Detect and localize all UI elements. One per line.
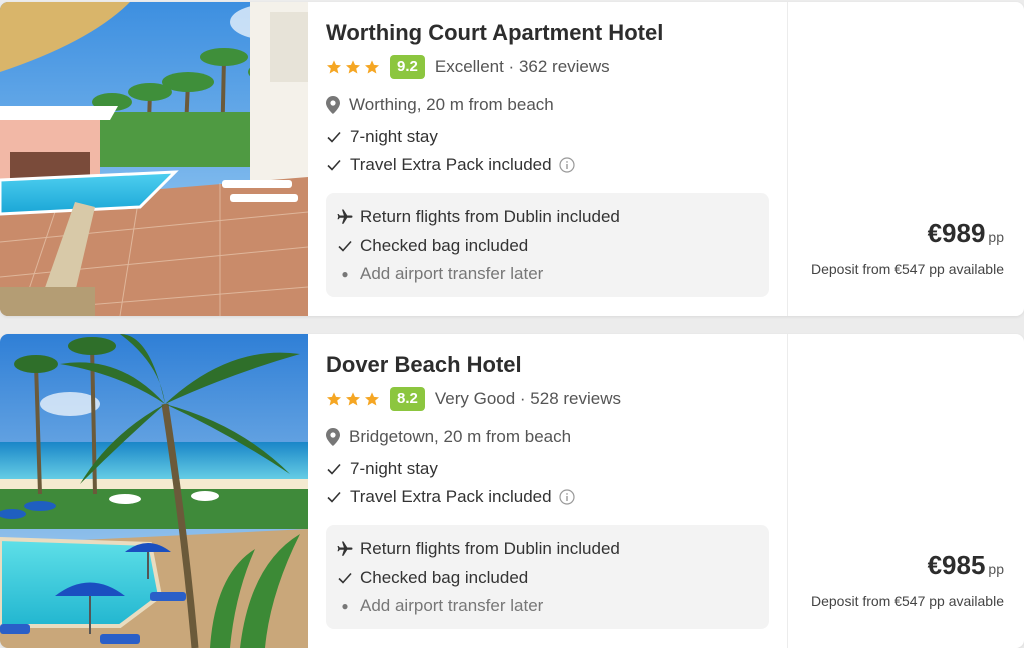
flight-inclusion-row: Return flights from Dublin included xyxy=(336,538,620,560)
review-summary[interactable]: Excellent · 362 reviews xyxy=(435,57,610,77)
bag-included-text: Checked bag included xyxy=(360,568,529,587)
hotel-info: Dover Beach Hotel 8.2 Very Good · 528 re… xyxy=(326,334,776,648)
check-icon xyxy=(338,572,352,584)
star-rating xyxy=(326,391,380,407)
feature-item: Travel Extra Pack included xyxy=(326,486,575,508)
map-pin-icon xyxy=(326,428,340,446)
feature-label: Travel Extra Pack included xyxy=(350,155,552,174)
plane-icon xyxy=(337,541,353,556)
flights-included-text: Return flights from Dublin included xyxy=(360,539,620,558)
hotel-photo-image xyxy=(0,2,308,316)
bullet-dot: ● xyxy=(341,267,349,281)
map-pin-icon xyxy=(326,96,340,114)
price-unit: pp xyxy=(988,229,1004,245)
star-icon xyxy=(346,60,360,74)
check-icon xyxy=(327,159,341,171)
transfer-row: ● Add airport transfer later xyxy=(336,595,543,617)
flight-inclusions-box: Return flights from Dublin included Chec… xyxy=(326,193,769,297)
plane-icon xyxy=(337,209,353,224)
hotel-photo-beach[interactable] xyxy=(0,334,308,648)
price-value: €985 xyxy=(927,550,986,580)
check-icon xyxy=(327,491,341,503)
star-icon xyxy=(346,392,360,406)
star-icon xyxy=(365,60,379,74)
star-icon xyxy=(327,60,341,74)
hotel-photo-image xyxy=(0,334,308,648)
deposit-note: Deposit from €547 pp available xyxy=(810,261,1004,277)
star-icon xyxy=(365,392,379,406)
price-line: €985 pp xyxy=(928,550,1004,581)
hotel-results-list: Worthing Court Apartment Hotel 9.2 Excel… xyxy=(0,0,1024,648)
price-value: €989 xyxy=(927,218,986,248)
location-row: Bridgetown, 20 m from beach xyxy=(326,425,571,449)
hotel-name[interactable]: Worthing Court Apartment Hotel xyxy=(326,20,663,46)
review-score-badge: 9.2 xyxy=(390,55,425,79)
star-rating xyxy=(326,59,380,75)
transfer-text: Add airport transfer later xyxy=(360,264,544,283)
feature-item: 7-night stay xyxy=(326,458,438,480)
transfer-row: ● Add airport transfer later xyxy=(336,263,543,285)
bullet-dot: ● xyxy=(341,599,349,613)
flight-inclusions-box: Return flights from Dublin included Chec… xyxy=(326,525,769,629)
star-icon xyxy=(327,392,341,406)
location-row: Worthing, 20 m from beach xyxy=(326,93,554,117)
hotel-name[interactable]: Dover Beach Hotel xyxy=(326,352,522,378)
info-icon[interactable] xyxy=(558,489,575,505)
price-unit: pp xyxy=(988,561,1004,577)
bag-inclusion-row: Checked bag included xyxy=(336,235,528,257)
rating-row: 9.2 Excellent · 362 reviews xyxy=(326,54,610,80)
check-icon xyxy=(338,240,352,252)
check-icon xyxy=(327,463,341,475)
hotel-photo-pool[interactable] xyxy=(0,2,308,316)
feature-label: 7-night stay xyxy=(350,127,438,146)
rating-row: 8.2 Very Good · 528 reviews xyxy=(326,386,621,412)
bag-inclusion-row: Checked bag included xyxy=(336,567,528,589)
price-panel[interactable]: €985 pp Deposit from €547 pp available xyxy=(787,334,1024,648)
feature-item: 7-night stay xyxy=(326,126,438,148)
feature-label: 7-night stay xyxy=(350,459,438,478)
price-line: €989 pp xyxy=(928,218,1004,249)
deposit-note: Deposit from €547 pp available xyxy=(810,593,1004,609)
location-text: Worthing, 20 m from beach xyxy=(349,95,554,114)
hotel-info: Worthing Court Apartment Hotel 9.2 Excel… xyxy=(326,2,776,316)
location-text: Bridgetown, 20 m from beach xyxy=(349,427,572,446)
flights-included-text: Return flights from Dublin included xyxy=(360,207,620,226)
flight-inclusion-row: Return flights from Dublin included xyxy=(336,206,620,228)
feature-label: Travel Extra Pack included xyxy=(350,487,552,506)
feature-item: Travel Extra Pack included xyxy=(326,154,575,176)
hotel-card[interactable]: Worthing Court Apartment Hotel 9.2 Excel… xyxy=(0,2,1024,316)
info-icon[interactable] xyxy=(558,157,575,173)
bag-included-text: Checked bag included xyxy=(360,236,529,255)
check-icon xyxy=(327,131,341,143)
transfer-text: Add airport transfer later xyxy=(360,596,544,615)
hotel-card[interactable]: Dover Beach Hotel 8.2 Very Good · 528 re… xyxy=(0,334,1024,648)
review-summary[interactable]: Very Good · 528 reviews xyxy=(435,389,621,409)
review-score-badge: 8.2 xyxy=(390,387,425,411)
price-panel[interactable]: €989 pp Deposit from €547 pp available xyxy=(787,2,1024,316)
